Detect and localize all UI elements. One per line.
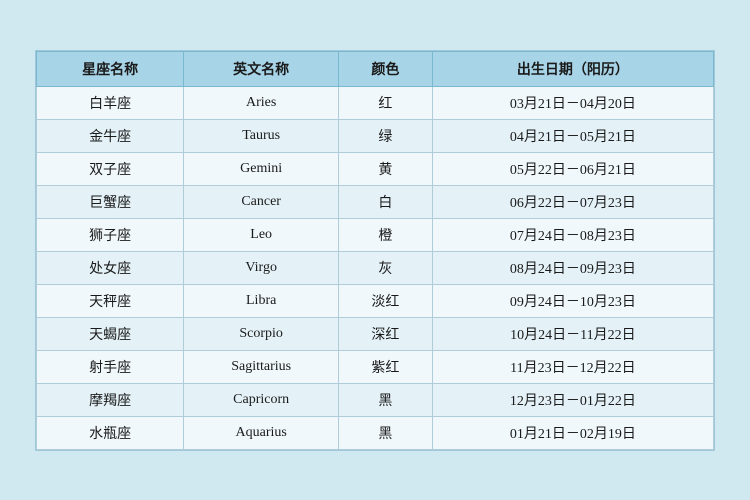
cell-dates: 12月23日－01月22日: [432, 383, 713, 416]
cell-chinese-name: 巨蟹座: [37, 185, 184, 218]
cell-english-name: Sagittarius: [184, 350, 339, 383]
cell-color: 白: [339, 185, 433, 218]
table-row: 射手座Sagittarius紫红11月23日－12月22日: [37, 350, 714, 383]
table-row: 白羊座Aries红03月21日－04月20日: [37, 86, 714, 119]
cell-color: 橙: [339, 218, 433, 251]
cell-chinese-name: 摩羯座: [37, 383, 184, 416]
cell-dates: 09月24日－10月23日: [432, 284, 713, 317]
cell-color: 紫红: [339, 350, 433, 383]
cell-chinese-name: 金牛座: [37, 119, 184, 152]
table-body: 白羊座Aries红03月21日－04月20日金牛座Taurus绿04月21日－0…: [37, 86, 714, 449]
table-row: 狮子座Leo橙07月24日－08月23日: [37, 218, 714, 251]
header-english-name: 英文名称: [184, 51, 339, 86]
cell-chinese-name: 狮子座: [37, 218, 184, 251]
cell-chinese-name: 天秤座: [37, 284, 184, 317]
zodiac-table: 星座名称 英文名称 颜色 出生日期（阳历） 白羊座Aries红03月21日－04…: [36, 51, 714, 450]
cell-chinese-name: 双子座: [37, 152, 184, 185]
table-row: 水瓶座Aquarius黑01月21日－02月19日: [37, 416, 714, 449]
cell-dates: 08月24日－09月23日: [432, 251, 713, 284]
header-color: 颜色: [339, 51, 433, 86]
cell-dates: 04月21日－05月21日: [432, 119, 713, 152]
table-row: 巨蟹座Cancer白06月22日－07月23日: [37, 185, 714, 218]
cell-dates: 01月21日－02月19日: [432, 416, 713, 449]
zodiac-table-container: 星座名称 英文名称 颜色 出生日期（阳历） 白羊座Aries红03月21日－04…: [35, 50, 715, 451]
cell-english-name: Gemini: [184, 152, 339, 185]
cell-chinese-name: 天蝎座: [37, 317, 184, 350]
cell-english-name: Cancer: [184, 185, 339, 218]
cell-english-name: Taurus: [184, 119, 339, 152]
cell-chinese-name: 水瓶座: [37, 416, 184, 449]
cell-color: 黄: [339, 152, 433, 185]
cell-dates: 07月24日－08月23日: [432, 218, 713, 251]
table-row: 处女座Virgo灰08月24日－09月23日: [37, 251, 714, 284]
cell-color: 黑: [339, 416, 433, 449]
cell-english-name: Virgo: [184, 251, 339, 284]
cell-english-name: Capricorn: [184, 383, 339, 416]
cell-color: 深红: [339, 317, 433, 350]
table-row: 摩羯座Capricorn黑12月23日－01月22日: [37, 383, 714, 416]
cell-dates: 06月22日－07月23日: [432, 185, 713, 218]
cell-english-name: Aries: [184, 86, 339, 119]
cell-color: 黑: [339, 383, 433, 416]
cell-english-name: Aquarius: [184, 416, 339, 449]
cell-dates: 11月23日－12月22日: [432, 350, 713, 383]
table-row: 天秤座Libra淡红09月24日－10月23日: [37, 284, 714, 317]
header-dates: 出生日期（阳历）: [432, 51, 713, 86]
cell-color: 绿: [339, 119, 433, 152]
cell-color: 淡红: [339, 284, 433, 317]
header-chinese-name: 星座名称: [37, 51, 184, 86]
cell-color: 红: [339, 86, 433, 119]
cell-dates: 03月21日－04月20日: [432, 86, 713, 119]
table-row: 天蝎座Scorpio深红10月24日－11月22日: [37, 317, 714, 350]
cell-chinese-name: 射手座: [37, 350, 184, 383]
cell-dates: 05月22日－06月21日: [432, 152, 713, 185]
cell-english-name: Leo: [184, 218, 339, 251]
cell-english-name: Scorpio: [184, 317, 339, 350]
cell-english-name: Libra: [184, 284, 339, 317]
cell-chinese-name: 白羊座: [37, 86, 184, 119]
cell-dates: 10月24日－11月22日: [432, 317, 713, 350]
table-row: 金牛座Taurus绿04月21日－05月21日: [37, 119, 714, 152]
cell-chinese-name: 处女座: [37, 251, 184, 284]
cell-color: 灰: [339, 251, 433, 284]
table-row: 双子座Gemini黄05月22日－06月21日: [37, 152, 714, 185]
table-header-row: 星座名称 英文名称 颜色 出生日期（阳历）: [37, 51, 714, 86]
